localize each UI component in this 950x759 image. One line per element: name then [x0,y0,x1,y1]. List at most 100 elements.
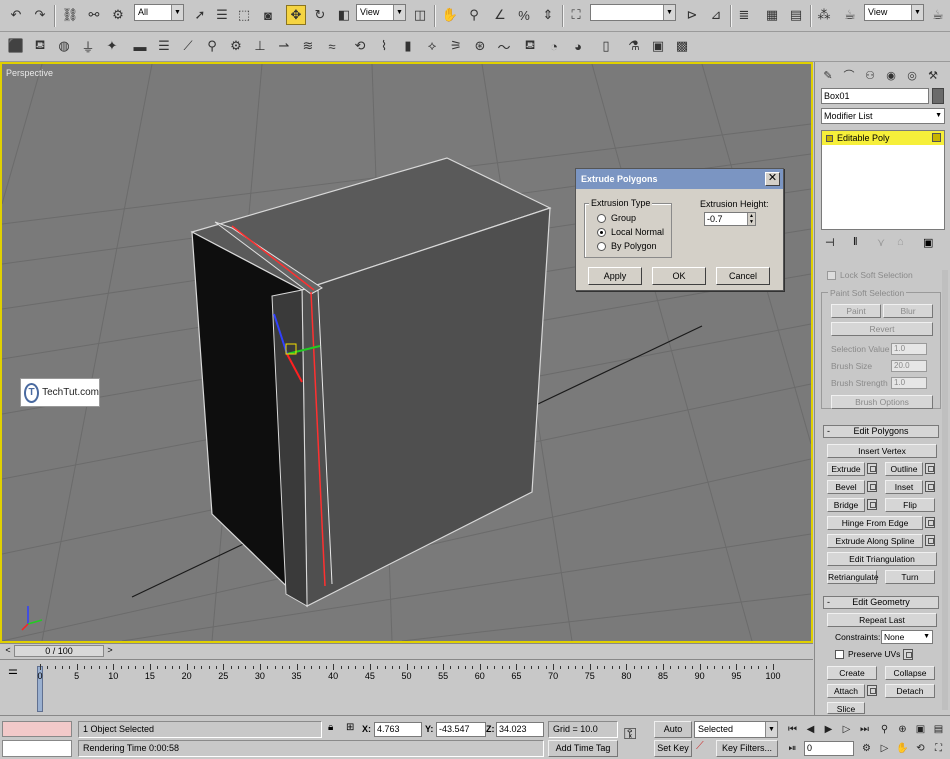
zoom-extents-icon[interactable]: ▣ [912,721,929,738]
helpers-icon[interactable]: ⟋ [178,36,198,56]
hinge-settings-icon[interactable] [925,517,935,528]
attach-button[interactable]: Attach [827,684,865,698]
radio-group[interactable]: Group [597,213,636,223]
inset-settings-icon[interactable] [925,481,935,492]
extrude-along-spline-button[interactable]: Extrude Along Spline [827,534,923,548]
toggle-icon[interactable] [932,133,941,142]
outline-settings-icon[interactable] [925,463,935,474]
modifier-noise-icon[interactable]: ≈ [322,36,342,56]
extrude-button[interactable]: Extrude [827,462,865,476]
unlink-icon[interactable]: ⚯ [84,5,104,25]
prev-frame-button[interactable]: < [2,645,14,657]
select-scale-icon[interactable]: ◧ [334,5,354,25]
maximize-viewport-icon[interactable]: ⛶ [930,740,947,757]
lock-soft-selection-checkbox[interactable] [827,271,836,280]
perspective-viewport[interactable]: Perspective [0,62,813,643]
ref-coord-dropdown[interactable]: View ▼ [356,4,406,21]
render-setup-icon[interactable]: ⚗ [624,36,644,56]
bevel-button[interactable]: Bevel [827,480,865,494]
attach-list-icon[interactable] [867,685,877,696]
window-crossing-icon[interactable]: ◙ [258,5,278,25]
key-mode-dropdown[interactable]: Selected ▼ [694,721,778,738]
extrusion-height-input[interactable]: -0.7 ▲ ▼ [704,212,756,226]
key-mode-toggle-icon[interactable]: ⏯ [784,740,801,757]
cameras-icon[interactable]: ☰ [154,36,174,56]
select-object-icon[interactable]: ➚ [190,5,210,25]
modifier-lattice-icon[interactable]: ▮ [398,36,418,56]
current-frame-input[interactable]: 0 [804,741,854,756]
detach-button[interactable]: Detach [885,684,935,698]
extrude-spline-settings-icon[interactable] [925,535,935,546]
motion-tab-icon[interactable]: ◉ [882,66,900,84]
create-button[interactable]: Create [827,666,877,680]
selection-value-input[interactable]: 1.0 [891,343,927,355]
create-box-icon[interactable]: ⬛ [6,36,26,56]
set-key-icon[interactable]: ⚿ [624,726,636,744]
turn-button[interactable]: Turn [885,570,935,584]
close-icon[interactable]: ✕ [765,172,780,186]
material-editor-icon[interactable]: ⁂ [814,5,834,25]
curve-editor-icon[interactable]: ▦ [762,5,782,25]
apply-button[interactable]: Apply [588,267,642,285]
utilities-tab-icon[interactable]: ⚒ [924,66,942,84]
environment-icon[interactable]: ▣ [648,36,668,56]
bridge-button[interactable]: Bridge [827,498,865,512]
zoom-extents-all-icon[interactable]: ▤ [930,721,947,738]
angle-snap-icon[interactable]: ∠ [490,5,510,25]
orbit-icon[interactable]: ⟲ [912,740,929,757]
layer-manager-icon[interactable]: ≣ [734,5,754,25]
expand-icon[interactable] [826,134,833,142]
select-by-name-icon[interactable]: ☰ [212,5,232,25]
video-post-icon[interactable]: ▩ [672,36,692,56]
default-tangent-icon[interactable]: ⟋ [696,740,704,753]
blur-button[interactable]: Blur [883,304,933,318]
object-name-field[interactable]: Box01 [821,88,929,104]
quick-render-icon[interactable]: ☕ [928,5,948,25]
bind-spacewarp-icon[interactable]: ⚙ [108,5,128,25]
spinner-arrows-icon[interactable]: ▲ ▼ [747,213,755,225]
collapse-button[interactable]: Collapse [885,666,935,680]
modifier-unwrap-icon[interactable]: ⊛ [470,36,490,56]
goto-end-icon[interactable]: ⏭ [856,721,873,738]
viewport-label[interactable]: Perspective [6,68,53,78]
select-move-icon[interactable]: ✥ [286,5,306,25]
bridge-settings-icon[interactable] [867,499,877,510]
radio-local-normal[interactable]: Local Normal [597,227,664,237]
brush-strength-input[interactable]: 1.0 [891,377,927,389]
time-slider[interactable]: < 0 / 100 > [0,643,813,658]
cancel-button[interactable]: Cancel [716,267,770,285]
auto-key-button[interactable]: Auto Key [654,721,692,749]
select-rotate-icon[interactable]: ↻ [310,5,330,25]
zoom-icon[interactable]: ⚲ [876,721,893,738]
snap-icon[interactable]: ⚲ [464,5,484,25]
modifier-mesh-smooth-icon[interactable]: 〜 [494,36,514,56]
retriangulate-button[interactable]: Retriangulate [827,570,879,584]
edit-triangulation-button[interactable]: Edit Triangulation [827,552,937,566]
constraints-dropdown[interactable]: None ▼ [881,630,933,644]
render-view-dropdown[interactable]: View ▼ [864,4,924,21]
insert-vertex-button[interactable]: Insert Vertex [827,444,937,458]
radio-by-polygon[interactable]: By Polygon [597,241,657,251]
bevel-settings-icon[interactable] [867,481,877,492]
prev-key-icon[interactable]: ◀ [802,721,819,738]
create-teapot-icon[interactable]: ⛾ [30,36,50,56]
play-icon[interactable]: ▶ [820,721,837,738]
named-selection-icon[interactable]: ⛶ [566,5,586,25]
object-color-swatch[interactable] [932,88,944,104]
render-scene-icon[interactable]: ☕ [840,5,860,25]
next-key-icon[interactable]: ▷ [838,721,855,738]
create-tab-icon[interactable]: ✎ [819,66,837,84]
hinge-from-edge-button[interactable]: Hinge From Edge [827,516,923,530]
create-plane-icon[interactable]: ⏚ [78,36,98,56]
dialog-titlebar[interactable]: Extrude Polygons ✕ [576,169,783,189]
systems-icon[interactable]: ⚙ [226,36,246,56]
extrude-settings-icon[interactable] [867,463,877,474]
align-icon[interactable]: ⊿ [706,5,726,25]
hierarchy-tab-icon[interactable]: ⚇ [861,66,879,84]
show-end-result-icon[interactable]: ‖ [853,236,858,248]
schematic-icon[interactable]: ▤ [786,5,806,25]
zoom-all-icon[interactable]: ⊕ [894,721,911,738]
modifier-stack[interactable]: Editable Poly [821,130,945,230]
modifier-extrude-icon[interactable]: ◕ [568,36,588,56]
percent-snap-icon[interactable]: % [514,5,534,25]
